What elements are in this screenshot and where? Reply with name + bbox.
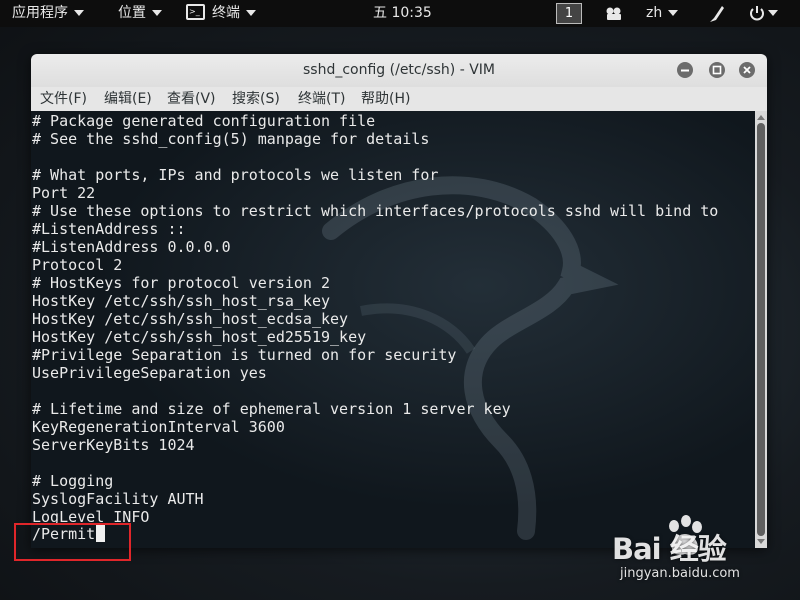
camera-icon[interactable] <box>604 0 624 27</box>
terminal-line: # See the sshd_config(5) manpage for det… <box>32 130 430 148</box>
applications-menu[interactable]: 应用程序 <box>12 0 84 27</box>
places-menu[interactable]: 位置 <box>118 0 162 27</box>
terminal-line: HostKey /etc/ssh/ssh_host_rsa_key <box>32 292 331 310</box>
terminal-app-menu[interactable]: >_ 终端 <box>186 0 256 27</box>
scrollbar-thumb[interactable] <box>757 123 765 536</box>
terminal-line: # Logging <box>32 472 114 490</box>
input-method-menu[interactable]: zh <box>646 0 679 27</box>
terminal-line: # Lifetime and size of ephemeral version… <box>32 400 511 418</box>
scroll-down-icon[interactable] <box>757 539 765 544</box>
terminal-line: # Package generated configuration file <box>32 112 376 130</box>
terminal-line: # Use these options to restrict which in… <box>32 202 719 220</box>
terminal-line: Port 22 <box>32 184 96 202</box>
workspace-indicator[interactable]: 1 <box>556 3 582 24</box>
menu-help[interactable]: 帮助(H) <box>361 87 410 111</box>
terminal-line: # What ports, IPs and protocols we liste… <box>32 166 439 184</box>
menu-edit[interactable]: 编辑(E) <box>104 87 152 111</box>
menu-terminal[interactable]: 终端(T) <box>298 87 345 111</box>
minimize-icon[interactable] <box>677 62 693 78</box>
power-icon <box>750 6 764 21</box>
chevron-down-icon <box>74 10 84 16</box>
terminal-line: HostKey /etc/ssh/ssh_host_ed25519_key <box>32 328 367 346</box>
clock[interactable]: 五 10:35 <box>373 0 432 27</box>
places-label: 位置 <box>118 5 146 21</box>
terminal-icon: >_ <box>186 4 205 20</box>
terminal-line: KeyRegenerationInterval 3600 <box>32 418 285 436</box>
close-icon[interactable] <box>739 62 755 78</box>
chevron-down-icon <box>246 10 256 16</box>
terminal-line: UsePrivilegeSeparation yes <box>32 364 267 382</box>
scrollbar[interactable] <box>755 111 767 548</box>
top-panel: 应用程序 位置 >_ 终端 五 10:35 1 zh <box>0 0 800 27</box>
scroll-up-icon[interactable] <box>757 115 765 120</box>
terminal-line: #ListenAddress 0.0.0.0 <box>32 238 231 256</box>
input-method-label: zh <box>646 5 663 21</box>
menu-view[interactable]: 查看(V) <box>167 87 216 111</box>
window-title: sshd_config (/etc/ssh) - VIM <box>303 62 495 78</box>
terminal-line: # HostKeys for protocol version 2 <box>32 274 331 292</box>
menu-bar: 文件(F) 编辑(E) 查看(V) 搜索(S) 终端(T) 帮助(H) <box>31 87 767 112</box>
terminal-line: SyslogFacility AUTH <box>32 490 204 508</box>
terminal-text-area[interactable]: # Package generated configuration file # … <box>31 111 755 548</box>
terminal-line: ServerKeyBits 1024 <box>32 436 195 454</box>
terminal-line: #Privilege Separation is turned on for s… <box>32 346 457 364</box>
terminal-window: sshd_config (/etc/ssh) - VIM 文件(F) 编辑(E)… <box>31 54 767 548</box>
highlight-annotation-box <box>14 523 131 561</box>
pen-icon[interactable] <box>708 0 726 27</box>
chevron-down-icon <box>668 10 679 16</box>
chevron-down-icon <box>152 10 162 16</box>
chevron-down-icon <box>768 10 778 16</box>
terminal-line: #ListenAddress :: <box>32 220 186 238</box>
menu-file[interactable]: 文件(F) <box>40 87 87 111</box>
maximize-icon[interactable] <box>709 62 725 78</box>
terminal-app-label: 终端 <box>212 5 240 21</box>
power-menu[interactable] <box>748 0 778 27</box>
window-titlebar[interactable]: sshd_config (/etc/ssh) - VIM <box>31 54 767 87</box>
terminal-line: HostKey /etc/ssh/ssh_host_ecdsa_key <box>32 310 349 328</box>
applications-label: 应用程序 <box>12 5 68 21</box>
menu-search[interactable]: 搜索(S) <box>232 87 280 111</box>
terminal-line: Protocol 2 <box>32 256 123 274</box>
